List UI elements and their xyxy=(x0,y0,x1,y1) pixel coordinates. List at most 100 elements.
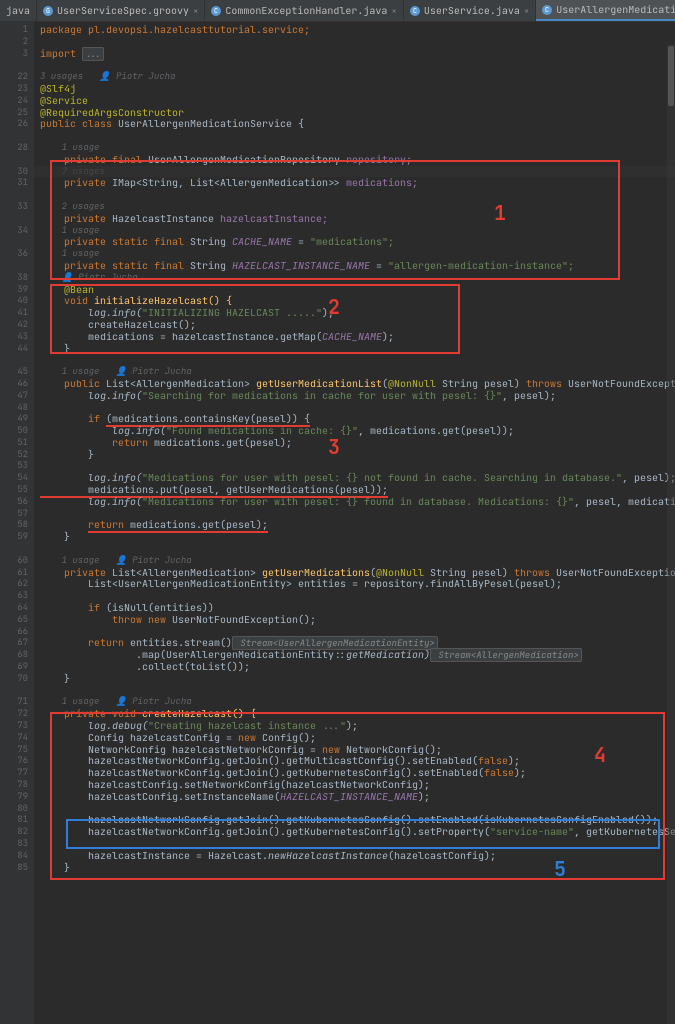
code-text: hazelcastInstance = Hazelcast. xyxy=(40,849,268,862)
line-number[interactable] xyxy=(0,213,34,225)
fold-placeholder[interactable]: ... xyxy=(82,47,104,61)
code-text: } xyxy=(40,861,70,874)
code-text: IMap<String, List<AllergenMedication>> xyxy=(112,176,346,189)
tab-userservicespec[interactable]: G UserServiceSpec.groovy× xyxy=(37,0,205,21)
code-text: "medications"; xyxy=(310,235,394,248)
line-number[interactable]: 26 xyxy=(0,118,34,130)
line-number[interactable]: 34 xyxy=(0,225,34,237)
tab-commonexception[interactable]: C CommonExceptionHandler.java × xyxy=(205,0,403,21)
line-number[interactable]: 24 xyxy=(0,95,34,107)
author-hint[interactable]: Piotr Jucha xyxy=(132,365,191,377)
line-number[interactable]: 60 xyxy=(0,555,34,567)
code-text: throw new xyxy=(40,613,172,626)
line-number[interactable]: 31 xyxy=(0,177,34,189)
code-text: ); xyxy=(418,790,430,803)
code-text: newHazelcastInstance xyxy=(268,849,388,862)
usage-hint[interactable]: 1 usage xyxy=(62,695,116,707)
line-number[interactable]: 36 xyxy=(0,248,34,260)
code-text: medications = hazelcastInstance.getMap( xyxy=(40,330,322,343)
code-text: ); xyxy=(346,719,358,732)
code-text: log.info( xyxy=(40,389,142,402)
line-number[interactable]: 83 xyxy=(0,838,34,850)
editor-area: 1232223242526283031333436383940414243444… xyxy=(0,22,675,1024)
svg-text:C: C xyxy=(413,7,417,16)
usage-hint[interactable]: 1 usage xyxy=(62,141,100,153)
code-text: "Medications for user with pesel: {} fou… xyxy=(142,495,574,508)
code-text: private xyxy=(40,176,112,189)
line-number[interactable]: 70 xyxy=(0,673,34,685)
line-number[interactable]: 46 xyxy=(0,378,34,390)
code-text: "allergen-medication-instance"; xyxy=(388,259,574,272)
code-text: UserAllergenMedicationService { xyxy=(118,117,304,130)
code-text: false xyxy=(484,766,514,779)
inlay-hint: Stream<AllergenMedication> xyxy=(430,648,582,662)
line-number[interactable]: 65 xyxy=(0,614,34,626)
code-text: ); xyxy=(382,330,394,343)
close-icon[interactable]: × xyxy=(391,5,396,17)
code-text: CACHE_NAME xyxy=(322,330,382,343)
usage-hint[interactable]: 1 usage xyxy=(62,247,100,259)
annotation-label-1: 1 xyxy=(494,200,506,226)
usage-hint[interactable]: 3 usages xyxy=(40,70,99,82)
annotation-label-3: 3 xyxy=(328,434,340,460)
code-text: medications; xyxy=(346,176,418,189)
usage-hint[interactable]: 1 usage xyxy=(62,365,116,377)
code-text: medications.get(pesel); xyxy=(130,518,268,533)
line-number[interactable]: 38 xyxy=(0,272,34,284)
author-hint[interactable]: Piotr Jucha xyxy=(116,70,175,82)
annotation-label-5: 5 xyxy=(554,856,566,882)
code-text: UserAllergenMedicationRepository xyxy=(148,153,346,166)
close-icon[interactable]: × xyxy=(524,5,529,17)
code-text: , medications.get(pesel)); xyxy=(358,424,514,437)
code-area[interactable]: package pl.devopsi.hazelcasttutorial.ser… xyxy=(34,22,675,1024)
line-number[interactable]: 3 xyxy=(0,48,34,60)
author-hint[interactable]: Piotr Jucha xyxy=(132,695,191,707)
close-icon[interactable]: × xyxy=(193,5,198,17)
code-text: "Searching for medications in cache for … xyxy=(142,389,502,402)
line-number[interactable] xyxy=(0,154,34,166)
author-hint[interactable]: Piotr Jucha xyxy=(132,554,191,566)
annotation-label-4: 4 xyxy=(594,742,606,768)
line-number[interactable]: 59 xyxy=(0,531,34,543)
line-number[interactable]: 51 xyxy=(0,437,34,449)
usage-hint[interactable]: 1 usage xyxy=(62,224,100,236)
line-number[interactable]: 74 xyxy=(0,732,34,744)
code-text: repository; xyxy=(346,153,412,166)
code-text: (hazelcastConfig); xyxy=(388,849,496,862)
line-number[interactable]: 79 xyxy=(0,791,34,803)
author-hint[interactable]: Piotr Jucha xyxy=(78,271,137,283)
line-number[interactable]: 56 xyxy=(0,496,34,508)
line-number[interactable]: 28 xyxy=(0,142,34,154)
scrollbar-thumb[interactable] xyxy=(668,46,674,106)
line-number[interactable] xyxy=(0,260,34,272)
line-number[interactable]: 47 xyxy=(0,390,34,402)
code-text: } xyxy=(40,530,70,543)
svg-text:C: C xyxy=(214,7,218,16)
line-number[interactable]: 44 xyxy=(0,343,34,355)
line-number[interactable]: 23 xyxy=(0,83,34,95)
code-text: String xyxy=(190,235,232,248)
tab-label: CommonExceptionHandler.java xyxy=(225,4,387,17)
line-number[interactable]: 84 xyxy=(0,850,34,862)
line-number[interactable]: 33 xyxy=(0,201,34,213)
line-number[interactable]: 85 xyxy=(0,862,34,874)
code-text: String xyxy=(190,259,232,272)
line-number[interactable]: 42 xyxy=(0,319,34,331)
code-text: UserNotFoundException { xyxy=(568,377,675,390)
line-gutter[interactable]: 1232223242526283031333436383940414243444… xyxy=(0,22,34,1024)
code-text: medications.get(pesel); xyxy=(154,436,292,449)
line-number[interactable]: 2 xyxy=(0,36,34,48)
annotation-label-2: 2 xyxy=(328,294,340,320)
code-text: public class xyxy=(40,117,118,130)
tab-java[interactable]: java xyxy=(0,0,37,21)
tab-userallergenmedication[interactable]: C UserAllergenMedicationService.java× xyxy=(536,0,675,21)
line-number[interactable]: 43 xyxy=(0,331,34,343)
svg-text:C: C xyxy=(545,6,549,15)
code-text: package pl.devopsi.hazelcasttutorial.ser… xyxy=(40,23,310,36)
code-text: "service-name" xyxy=(490,825,574,838)
usage-hint[interactable]: 2 usages xyxy=(62,200,105,212)
line-number[interactable]: 1 xyxy=(0,24,34,36)
tab-userservice[interactable]: C UserService.java× xyxy=(404,0,536,21)
vertical-scrollbar[interactable] xyxy=(667,44,675,1024)
usage-hint[interactable]: 1 usage xyxy=(62,554,116,566)
